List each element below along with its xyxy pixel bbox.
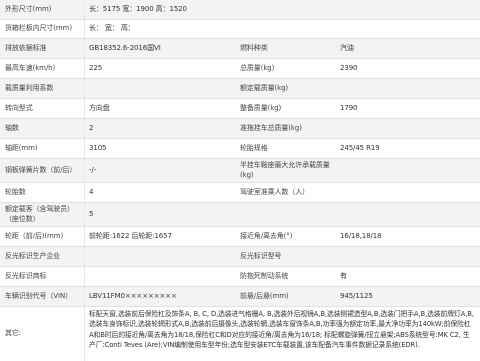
label-track: 轮距（前/后)(mm) <box>5 231 64 240</box>
label-total-mass: 总质量(kg) <box>240 63 275 72</box>
label-abs: 防抱死制动系统 <box>240 271 289 280</box>
value-vin: LBV11FM0××××××××× <box>89 291 177 300</box>
spec-row-steering-curb: 转向型式 方向盘 整备质量(kg) 1790 <box>0 99 480 119</box>
label-steering: 转向型式 <box>5 103 33 112</box>
label-overhang: 前悬/后悬(mm) <box>240 291 289 300</box>
spec-row-tires-cab: 轮胎数 4 驾驶室准乘人数（人） <box>0 183 480 203</box>
label-leaf-springs: 钢板弹簧片数（前/后） <box>5 165 77 174</box>
spec-row-axles-trailer: 轴数 2 准拖挂车总质量(kg) <box>0 119 480 139</box>
value-seats: 5 <box>89 209 94 218</box>
spec-row-vin-overhang: 车辆识别代号（VIN） LBV11FM0××××××××× 前悬/后悬(mm) … <box>0 287 480 307</box>
label-load-coefficient: 载质量利用系数 <box>5 83 54 92</box>
value-cab-capacity <box>340 183 476 202</box>
value-fuel-type: 汽油 <box>340 43 354 52</box>
spec-row-reflector-abs: 反光标识商标 防抱死制动系统 有 <box>0 267 480 287</box>
label-vin: 车辆识别代号（VIN） <box>5 291 72 300</box>
spec-row-emission-fuel: 排放依据标准 GB18352.6-2016国VI 燃料种类 汽油 <box>0 39 480 59</box>
value-rated-load <box>340 79 476 98</box>
label-axles: 轴数 <box>5 123 19 132</box>
spec-row-track-angles: 轮距（前/后)(mm) 前轮距:1622 后轮距:1657 接近角/离去角(°)… <box>0 227 480 247</box>
label-tire-spec: 轮胎规格 <box>240 143 268 152</box>
spec-row-reflector-maker: 反光标识生产企业 反光标识型号 <box>0 247 480 267</box>
value-abs: 有 <box>340 271 347 280</box>
value-leaf-springs: -/- <box>89 165 97 174</box>
value-cargo-box: 长： 宽： 高： <box>89 24 135 33</box>
value-dimensions: 长：5175 宽：1900 高：1520 <box>89 4 187 13</box>
value-wheelbase: 3105 <box>89 143 107 152</box>
label-wheelbase: 轴距(mm) <box>5 143 38 152</box>
value-tire-spec: 245/45 R19 <box>340 143 380 152</box>
label-trailer-mass: 准拖挂车总质量(kg) <box>240 123 302 132</box>
vehicle-spec-table: 外形尺寸(mm) 长：5175 宽：1900 高：1520 货箱栏板内尺寸(mm… <box>0 0 480 361</box>
value-steering: 方向盘 <box>89 103 110 112</box>
label-reflector-brand: 反光标识商标 <box>5 271 47 280</box>
spec-row-dimensions: 外形尺寸(mm) 长：5175 宽：1900 高：1520 <box>0 0 480 20</box>
label-rated-load: 额定载质量(kg) <box>240 83 289 92</box>
spec-row-other: 其它: 标配天窗,选装前后保险杠及饰条A, B, C, D,选装进气格栅A, B… <box>0 307 480 361</box>
value-saddle-load <box>340 159 476 182</box>
spec-row-wheelbase-tire: 轴距(mm) 3105 轮胎规格 245/45 R19 <box>0 139 480 159</box>
label-fuel-type: 燃料种类 <box>240 43 268 52</box>
value-other-notes: 标配天窗,选装前后保险杠及饰条A, B, C, D,选装进气格栅A, B,选装外… <box>89 310 474 349</box>
label-curb-mass: 整备质量(kg) <box>240 103 282 112</box>
value-trailer-mass <box>340 119 476 138</box>
spec-row-load: 载质量利用系数 额定载质量(kg) <box>0 79 480 99</box>
value-total-mass: 2390 <box>340 63 358 72</box>
label-approach-departure: 接近角/离去角(°) <box>240 231 293 240</box>
label-cab-capacity: 驾驶室准乘人数（人） <box>240 187 309 196</box>
label-seats: 额定载客（含驾驶员）（座位数） <box>5 205 74 223</box>
spec-row-cargo-box: 货箱栏板内尺寸(mm) 长： 宽： 高： <box>0 20 480 39</box>
spec-row-seats: 额定载客（含驾驶员）（座位数） 5 <box>0 203 480 227</box>
spec-row-speed-mass: 最高车速(km/h) 225 总质量(kg) 2390 <box>0 59 480 79</box>
label-emission-standard: 排放依据标准 <box>5 43 47 52</box>
label-other: 其它: <box>5 329 22 338</box>
label-reflector-maker: 反光标识生产企业 <box>5 251 61 260</box>
label-dimensions: 外形尺寸(mm) <box>5 4 52 13</box>
label-cargo-box: 货箱栏板内尺寸(mm) <box>5 24 72 33</box>
spec-row-springs-saddle: 钢板弹簧片数（前/后） -/- 半挂车鞍座最大允许承载质量(kg) <box>0 159 480 183</box>
value-curb-mass: 1790 <box>340 103 358 112</box>
label-tire-count: 轮胎数 <box>5 187 26 196</box>
value-emission-standard: GB18352.6-2016国VI <box>89 43 161 52</box>
value-track: 前轮距:1622 后轮距:1657 <box>89 231 172 240</box>
label-max-speed: 最高车速(km/h) <box>5 63 56 72</box>
value-axles: 2 <box>89 123 94 132</box>
label-reflector-model: 反光标识型号 <box>240 251 282 260</box>
value-load-coefficient <box>89 79 229 98</box>
value-max-speed: 225 <box>89 63 103 72</box>
value-tire-count: 4 <box>89 187 94 196</box>
label-saddle-load: 半挂车鞍座最大允许承载质量(kg) <box>240 161 330 179</box>
value-reflector-brand <box>89 267 229 286</box>
value-approach-departure: 16/18,18/18 <box>340 231 382 240</box>
value-overhang: 945/1125 <box>340 291 373 300</box>
value-reflector-maker <box>89 247 229 266</box>
value-reflector-model <box>340 247 476 266</box>
